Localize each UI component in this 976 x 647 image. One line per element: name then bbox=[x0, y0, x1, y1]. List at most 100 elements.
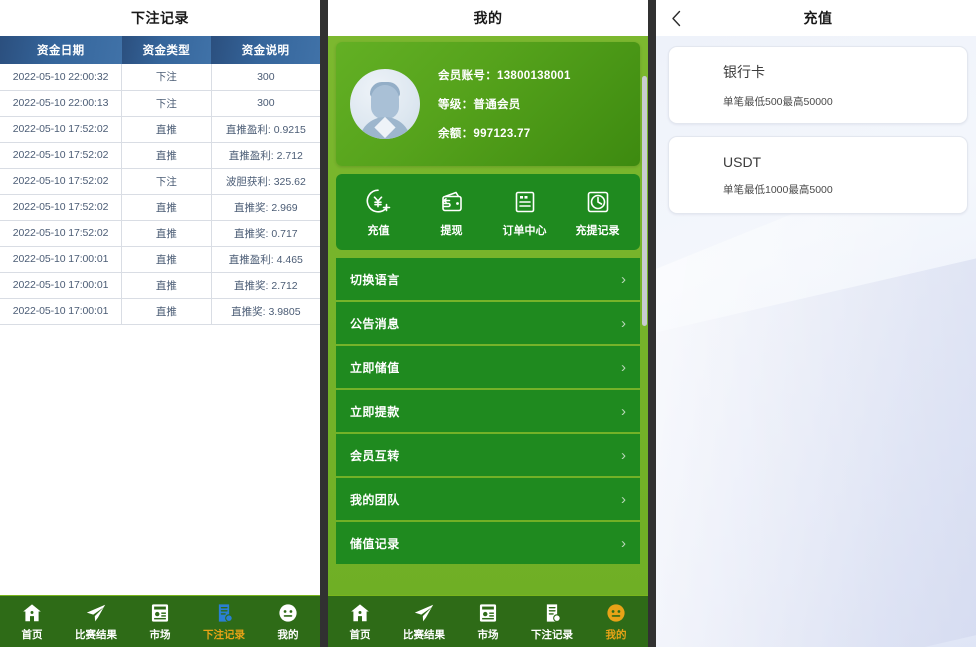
tab-下注记录[interactable]: 下注记录 bbox=[195, 602, 253, 642]
tab-首页[interactable]: 首页 bbox=[331, 602, 389, 642]
record-type: 直推 bbox=[121, 272, 212, 299]
record-description: 直推盈利: 4.465 bbox=[211, 246, 320, 273]
tab-比赛结果[interactable]: 比赛结果 bbox=[67, 602, 125, 642]
records-table-head: 资金日期 资金类型 资金说明 bbox=[0, 36, 320, 64]
page-title: 我的 bbox=[473, 10, 503, 26]
record-description: 直推盈利: 2.712 bbox=[211, 142, 320, 169]
member-account: 会员账号：13800138001 bbox=[438, 70, 571, 82]
panel-profile: 我的 会员账号：13800138001 等级：普通会员 余额：997123.77 bbox=[328, 0, 648, 647]
record-description: 波胆获利: 325.62 bbox=[211, 168, 320, 195]
table-row[interactable]: 2022-05-10 22:00:32 下注 300 bbox=[0, 64, 320, 91]
profile-menu-item-label: 我的团队 bbox=[350, 492, 400, 507]
quick-action-order-center[interactable]: 订单中心 bbox=[493, 187, 557, 238]
table-row[interactable]: 2022-05-10 17:52:02 直推 直推盈利: 2.712 bbox=[0, 142, 320, 169]
profile-menu-item-6[interactable]: 我的团队 › bbox=[336, 478, 640, 520]
chevron-right-icon: › bbox=[621, 314, 626, 332]
table-row[interactable]: 2022-05-10 17:00:01 直推 直推奖: 3.9805 bbox=[0, 298, 320, 325]
quick-actions-card: 充值 提现 订单中心 充提记录 bbox=[336, 174, 640, 250]
record-description: 300 bbox=[211, 64, 320, 91]
record-date: 2022-05-10 17:00:01 bbox=[0, 246, 123, 273]
screenshot-stage: 下注记录 资金日期 资金类型 资金说明 2022-05-10 22:00:32 下… bbox=[0, 0, 976, 647]
profile-scroll-area: 会员账号：13800138001 等级：普通会员 余额：997123.77 充值… bbox=[328, 36, 648, 595]
clipboard-icon bbox=[541, 602, 563, 624]
records-table-container: 资金日期 资金类型 资金说明 2022-05-10 22:00:32 下注 300 2… bbox=[0, 36, 320, 595]
table-row[interactable]: 2022-05-10 17:00:01 直推 直推盈利: 4.465 bbox=[0, 246, 320, 273]
record-type: 下注 bbox=[121, 90, 212, 117]
quick-action-transaction-history[interactable]: 充提记录 bbox=[566, 187, 630, 238]
tab-label: 我的 bbox=[277, 628, 299, 641]
home-icon bbox=[21, 602, 43, 624]
order-icon bbox=[510, 187, 540, 217]
chevron-right-icon: › bbox=[621, 270, 626, 288]
record-type: 直推 bbox=[121, 142, 212, 169]
face-icon bbox=[605, 602, 627, 624]
tab-label: 下注记录 bbox=[203, 628, 245, 641]
tab-市场[interactable]: 市场 bbox=[131, 602, 189, 642]
table-row[interactable]: 2022-05-10 22:00:13 下注 300 bbox=[0, 90, 320, 117]
quick-action-recharge[interactable]: 充值 bbox=[347, 187, 411, 238]
bottom-tabbar-profile: 首页 比赛结果 市场 下注记录 我的 bbox=[328, 595, 648, 647]
back-chevron-icon[interactable] bbox=[668, 10, 684, 26]
avatar-head bbox=[371, 85, 399, 119]
profile-menu-item-label: 切换语言 bbox=[350, 272, 400, 287]
tab-市场[interactable]: 市场 bbox=[459, 602, 517, 642]
tab-首页[interactable]: 首页 bbox=[3, 602, 61, 642]
payment-method-list: 银行卡单笔最低500最高50000 USDT 单笔最低1000最高5000 bbox=[656, 36, 976, 214]
record-date: 2022-05-10 17:52:02 bbox=[0, 116, 123, 143]
market-icon bbox=[477, 602, 499, 624]
yen-plus-icon bbox=[364, 187, 394, 217]
clipboard-icon bbox=[213, 602, 235, 624]
clock-icon bbox=[583, 187, 613, 217]
chevron-right-icon: › bbox=[621, 490, 626, 508]
tab-label: 首页 bbox=[349, 628, 371, 641]
tab-我的[interactable]: 我的 bbox=[259, 602, 317, 642]
quick-action-label: 提现 bbox=[440, 224, 463, 237]
payment-method-limit: 单笔最低500最高50000 bbox=[723, 95, 833, 108]
profile-menu-item-1[interactable]: 切换语言 › bbox=[336, 258, 640, 300]
record-date: 2022-05-10 17:00:01 bbox=[0, 272, 123, 299]
scrollbar[interactable] bbox=[642, 76, 647, 326]
profile-menu-item-3[interactable]: 立即储值 › bbox=[336, 346, 640, 388]
profile-menu-item-label: 会员互转 bbox=[350, 448, 400, 463]
payment-method-card[interactable]: 银行卡单笔最低500最高50000 bbox=[668, 46, 968, 124]
home-icon bbox=[349, 602, 371, 624]
table-row[interactable]: 2022-05-10 17:52:02 直推 直推盈利: 0.9215 bbox=[0, 116, 320, 143]
profile-menu-list: 切换语言 › 公告消息 › 立即储值 › 立即提款 › 会员互转 › 我的团队 › 储值记录 › bbox=[336, 258, 640, 572]
payment-method-name: 银行卡 bbox=[723, 63, 765, 80]
record-date: 2022-05-10 22:00:13 bbox=[0, 90, 123, 117]
record-description: 直推盈利: 0.9215 bbox=[211, 116, 320, 143]
market-icon bbox=[149, 602, 171, 624]
tab-label: 市场 bbox=[477, 628, 499, 641]
table-row[interactable]: 2022-05-10 17:52:02 直推 直推奖: 2.969 bbox=[0, 194, 320, 221]
profile-menu-item-7[interactable]: 储值记录 › bbox=[336, 522, 640, 564]
tab-label: 比赛结果 bbox=[75, 628, 117, 641]
table-row[interactable]: 2022-05-10 17:52:02 下注 波胆获利: 325.62 bbox=[0, 168, 320, 195]
records-table: 资金日期 资金类型 资金说明 2022-05-10 22:00:32 下注 300 2… bbox=[0, 36, 320, 325]
record-description: 直推奖: 2.712 bbox=[211, 272, 320, 299]
records-table-body: 2022-05-10 22:00:32 下注 300 2022-05-10 22:00… bbox=[0, 64, 320, 325]
tab-下注记录[interactable]: 下注记录 bbox=[523, 602, 581, 642]
profile-menu-item-5[interactable]: 会员互转 › bbox=[336, 434, 640, 476]
record-description: 直推奖: 3.9805 bbox=[211, 298, 320, 325]
records-titlebar: 下注记录 bbox=[0, 0, 320, 36]
profile-titlebar: 我的 bbox=[328, 0, 648, 36]
tab-比赛结果[interactable]: 比赛结果 bbox=[395, 602, 453, 642]
table-row[interactable]: 2022-05-10 17:00:01 直推 直推奖: 2.712 bbox=[0, 272, 320, 299]
table-row[interactable]: 2022-05-10 17:52:02 直推 直推奖: 0.717 bbox=[0, 220, 320, 247]
avatar[interactable] bbox=[350, 69, 420, 139]
record-date: 2022-05-10 17:00:01 bbox=[0, 298, 123, 325]
recharge-titlebar: 充值 bbox=[656, 0, 976, 36]
profile-menu-item-label: 立即提款 bbox=[350, 404, 400, 419]
tab-label: 市场 bbox=[149, 628, 171, 641]
tab-我的[interactable]: 我的 bbox=[587, 602, 645, 642]
member-info-card: 会员账号：13800138001 等级：普通会员 余额：997123.77 bbox=[336, 42, 640, 166]
tab-label: 首页 bbox=[21, 628, 43, 641]
payment-method-card[interactable]: USDT 单笔最低1000最高5000 bbox=[668, 136, 968, 214]
profile-menu-item-4[interactable]: 立即提款 › bbox=[336, 390, 640, 432]
quick-action-label: 订单中心 bbox=[502, 224, 547, 237]
profile-menu-item-2[interactable]: 公告消息 › bbox=[336, 302, 640, 344]
quick-action-withdraw[interactable]: 提现 bbox=[420, 187, 484, 238]
tab-label: 我的 bbox=[605, 628, 627, 641]
record-description: 直推奖: 0.717 bbox=[211, 220, 320, 247]
profile-menu-item-label: 储值记录 bbox=[350, 536, 400, 551]
